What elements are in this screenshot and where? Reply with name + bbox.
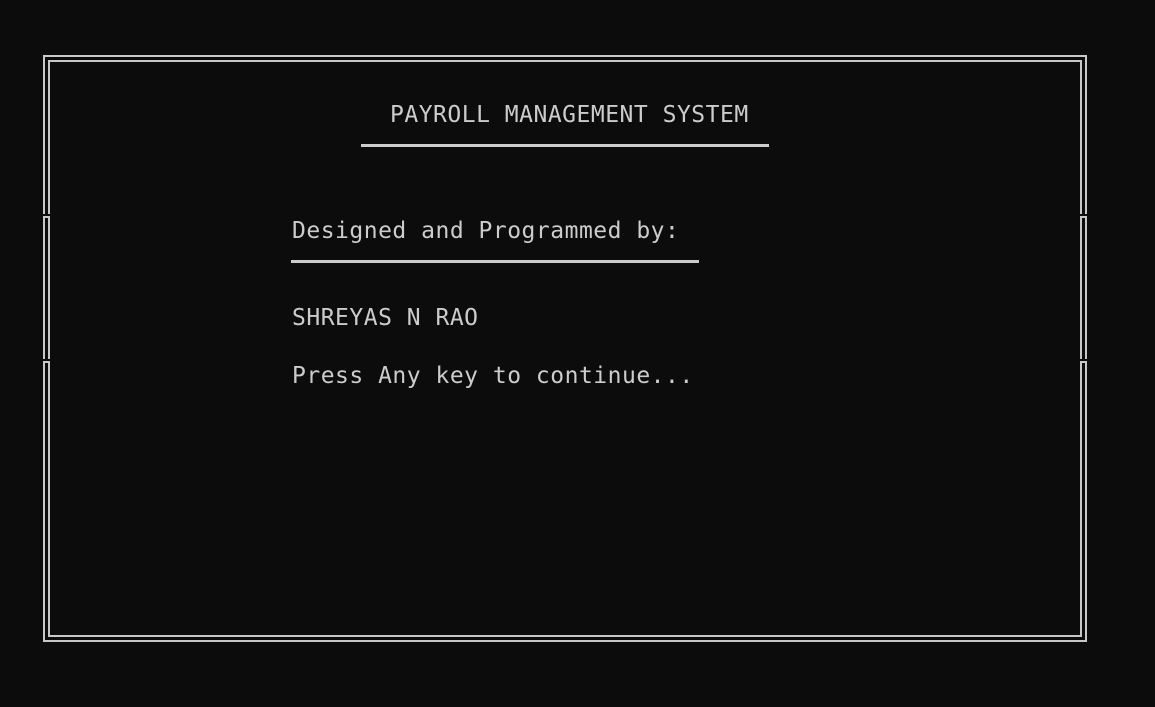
app-title: PAYROLL MANAGEMENT SYSTEM xyxy=(390,102,749,128)
title-underline xyxy=(361,144,769,147)
border-joint-mark xyxy=(43,216,50,218)
continue-prompt: Press Any key to continue... xyxy=(292,363,694,389)
credit-underline xyxy=(291,260,699,263)
author-name: SHREYAS N RAO xyxy=(292,305,479,331)
credit-label: Designed and Programmed by: xyxy=(292,218,680,244)
border-joint-mark xyxy=(43,361,50,363)
border-joint-mark xyxy=(1080,361,1087,363)
border-joint-mark xyxy=(1080,216,1087,218)
console-window[interactable]: PAYROLL MANAGEMENT SYSTEM Designed and P… xyxy=(0,0,1155,707)
